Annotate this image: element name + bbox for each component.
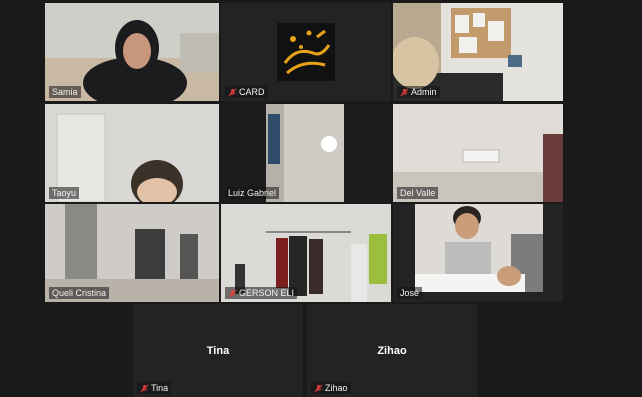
video-tile-card[interactable]: CARD [221, 3, 391, 101]
video-tile-gerson-eli[interactable]: GERSON ELI [221, 204, 391, 302]
participant-name-label: CARD [225, 86, 268, 98]
video-tile-luiz-gabriel[interactable]: Luiz Gabriel [221, 104, 391, 202]
video-tile-del-valle[interactable]: Del Valle [393, 104, 563, 202]
participant-name-label: Admin [397, 86, 440, 98]
participant-name-label: GERSON ELI [225, 287, 298, 299]
video-tile-zihao[interactable]: Zihao Zihao [307, 304, 477, 397]
mic-off-icon [228, 88, 237, 96]
mic-off-icon [400, 88, 409, 96]
mic-off-icon [140, 384, 149, 392]
video-tile-jose[interactable]: José [393, 204, 563, 302]
participant-name-label: Taoyu [49, 187, 80, 199]
participant-name-label: Del Valle [397, 187, 439, 199]
video-tile-queli-cristina[interactable]: Queli Cristina [45, 204, 219, 302]
participant-name-label: Queli Cristina [49, 287, 110, 299]
participant-name-label: Samia [49, 86, 81, 98]
video-tile-tina[interactable]: Tina Tina [133, 304, 303, 397]
mic-off-icon [314, 384, 323, 392]
participant-name-label: José [397, 287, 423, 299]
video-tile-admin[interactable]: Admin [393, 3, 563, 101]
participant-name-label: Tina [137, 382, 172, 394]
participant-name-label: Luiz Gabriel [225, 187, 280, 199]
video-tile-taoyu[interactable]: Taoyu [45, 104, 219, 202]
video-tile-samia[interactable]: Samia [45, 3, 219, 101]
participant-name-placeholder: Zihao [377, 344, 407, 357]
participant-name-label: Zihao [311, 382, 351, 394]
mic-off-icon [228, 289, 237, 297]
participant-name-placeholder: Tina [206, 344, 230, 357]
